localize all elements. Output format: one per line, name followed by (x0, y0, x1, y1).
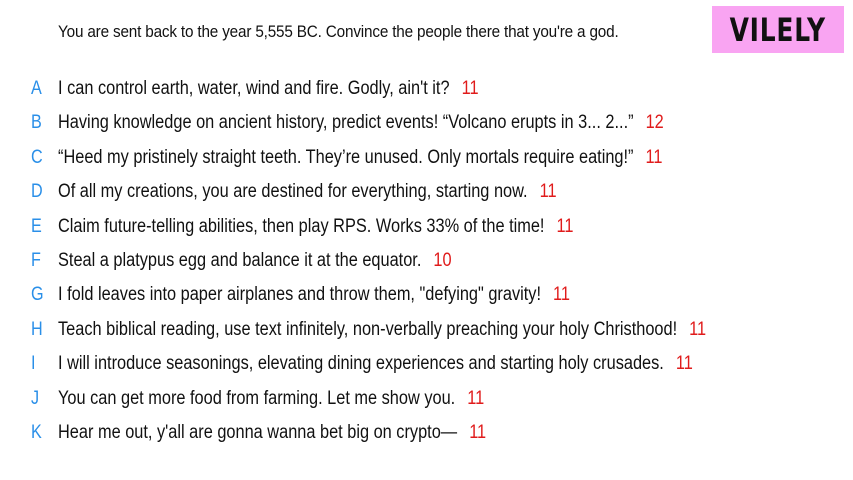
answer-item-a: A I can control earth, water, wind and f… (0, 72, 853, 106)
answer-item-i: I I will introduce seasonings, elevating… (0, 347, 853, 381)
answer-letter: D (31, 181, 43, 203)
vilely-logo: VILELY (712, 6, 844, 53)
answer-item-f: F Steal a platypus egg and balance it at… (0, 244, 853, 278)
answer-letter: I (31, 353, 36, 375)
answer-score: 11 (539, 181, 557, 203)
answer-letter: A (31, 78, 42, 99)
answer-item-g: G I fold leaves into paper airplanes and… (0, 278, 853, 312)
answer-text: Steal a platypus egg and balance it at t… (58, 249, 422, 271)
answer-text: Claim future-telling abilities, then pla… (58, 215, 545, 237)
answer-score: 11 (469, 421, 487, 443)
answer-item-h: H Teach biblical reading, use text infin… (0, 313, 853, 347)
answer-score: 11 (645, 146, 663, 168)
answer-item-j: J You can get more food from farming. Le… (0, 382, 853, 416)
answer-score: 11 (467, 387, 485, 409)
answer-text: Having knowledge on ancient history, pre… (58, 112, 634, 134)
question-prompt: You are sent back to the year 5,555 BC. … (58, 22, 619, 41)
answer-score: 11 (556, 215, 574, 237)
answer-letter: G (31, 284, 44, 306)
answer-score: 11 (675, 353, 693, 375)
answer-text: Teach biblical reading, use text infinit… (58, 318, 678, 340)
answer-letter: C (31, 146, 43, 168)
answer-letter: J (31, 387, 40, 409)
answer-text: “Heed my pristinely straight teeth. They… (58, 146, 634, 168)
answer-list: A I can control earth, water, wind and f… (0, 72, 853, 450)
answer-letter: K (31, 421, 42, 443)
answer-item-d: D Of all my creations, you are destined … (0, 175, 853, 209)
answer-score: 11 (461, 78, 479, 99)
answer-text: I fold leaves into paper airplanes and t… (58, 284, 542, 306)
answer-text: Of all my creations, you are destined fo… (58, 181, 528, 203)
answer-text: I will introduce seasonings, elevating d… (58, 353, 664, 375)
answer-letter: E (31, 215, 42, 237)
answer-score: 11 (553, 284, 571, 306)
answer-score: 11 (689, 318, 707, 340)
answer-text: You can get more food from farming. Let … (58, 387, 456, 409)
answer-text: I can control earth, water, wind and fir… (58, 78, 450, 99)
answer-item-k: K Hear me out, y'all are gonna wanna bet… (0, 416, 853, 450)
answer-item-b: B Having knowledge on ancient history, p… (0, 106, 853, 140)
answer-letter: B (31, 112, 42, 134)
answer-letter: H (31, 318, 43, 340)
answer-text: Hear me out, y'all are gonna wanna bet b… (58, 421, 458, 443)
answer-score: 10 (433, 249, 452, 271)
answer-item-e: E Claim future-telling abilities, then p… (0, 210, 853, 244)
answer-score: 12 (645, 112, 664, 134)
logo-text: VILELY (729, 10, 827, 49)
answer-item-c: C “Heed my pristinely straight teeth. Th… (0, 141, 853, 175)
answer-letter: F (31, 249, 41, 271)
